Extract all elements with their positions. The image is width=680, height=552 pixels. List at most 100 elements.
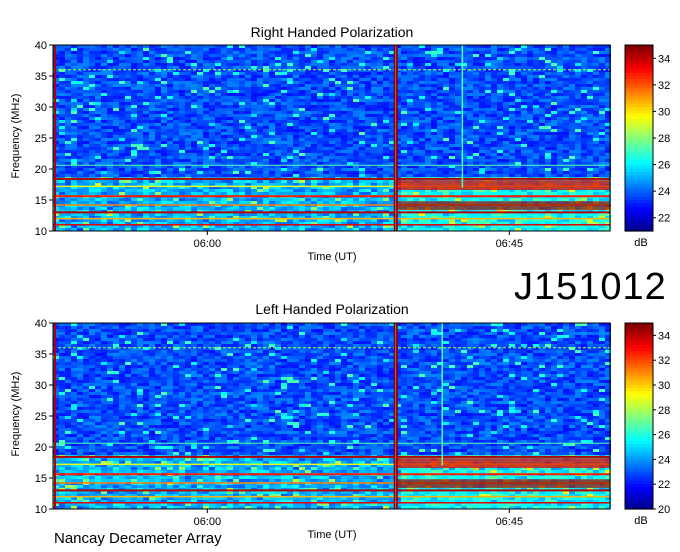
- noise-cell: [497, 93, 503, 96]
- noise-cell: [197, 180, 203, 183]
- noise-cell: [95, 189, 101, 192]
- noise-cell: [557, 138, 563, 141]
- noise-cell: [581, 87, 587, 90]
- noise-cell: [239, 96, 245, 99]
- noise-cell: [197, 114, 203, 117]
- noise-cell: [299, 183, 305, 186]
- noise-cell: [353, 63, 359, 66]
- noise-cell: [125, 159, 131, 162]
- noise-cell: [233, 81, 239, 84]
- noise-cell: [497, 192, 503, 195]
- noise-cell: [353, 99, 359, 102]
- noise-cell: [383, 96, 389, 99]
- noise-cell: [239, 144, 245, 147]
- noise-cell: [341, 111, 347, 114]
- noise-cell: [365, 75, 371, 78]
- noise-cell: [503, 159, 509, 162]
- noise-cell: [323, 126, 329, 129]
- noise-cell: [485, 114, 491, 117]
- noise-cell: [293, 126, 299, 129]
- noise-cell: [575, 171, 581, 174]
- noise-cell: [245, 135, 251, 138]
- noise-cell: [155, 174, 161, 177]
- noise-cell: [509, 144, 515, 147]
- noise-cell: [239, 60, 245, 63]
- noise-cell: [479, 108, 485, 111]
- noise-cell: [179, 198, 185, 201]
- noise-cell: [137, 132, 143, 135]
- noise-cell: [545, 72, 551, 75]
- noise-cell: [227, 192, 233, 195]
- noise-cell: [497, 108, 503, 111]
- noise-cell: [365, 81, 371, 84]
- noise-cell: [347, 51, 353, 54]
- noise-cell: [299, 60, 305, 63]
- noise-cell: [563, 123, 569, 126]
- noise-cell: [137, 141, 143, 144]
- noise-cell: [407, 144, 413, 147]
- noise-cell: [263, 141, 269, 144]
- noise-cell: [599, 87, 605, 90]
- noise-cell: [341, 117, 347, 120]
- noise-cell: [491, 108, 497, 111]
- noise-cell: [131, 156, 137, 159]
- noise-cell: [191, 60, 197, 63]
- noise-cell: [407, 132, 413, 135]
- noise-cell: [419, 93, 425, 96]
- noise-cell: [251, 72, 257, 75]
- noise-cell: [545, 81, 551, 84]
- noise-cell: [59, 54, 65, 57]
- noise-cell: [209, 105, 215, 108]
- noise-cell: [407, 120, 413, 123]
- noise-cell: [65, 150, 71, 153]
- noise-cell: [167, 54, 173, 57]
- noise-cell: [89, 138, 95, 141]
- noise-cell: [353, 84, 359, 87]
- noise-cell: [491, 153, 497, 156]
- noise-cell: [521, 57, 527, 60]
- noise-cell: [77, 144, 83, 147]
- noise-cell: [467, 60, 473, 63]
- noise-cell: [197, 189, 203, 192]
- noise-cell: [263, 144, 269, 147]
- noise-cell: [479, 150, 485, 153]
- noise-cell: [485, 105, 491, 108]
- noise-cell: [479, 105, 485, 108]
- noise-cell: [503, 60, 509, 63]
- noise-cell: [185, 126, 191, 129]
- noise-cell: [509, 156, 515, 159]
- noise-cell: [275, 54, 281, 57]
- noise-cell: [221, 144, 227, 147]
- noise-cell: [179, 201, 185, 204]
- noise-cell: [443, 162, 449, 165]
- noise-cell: [95, 78, 101, 81]
- noise-cell: [467, 192, 473, 195]
- noise-cell: [77, 51, 83, 54]
- noise-cell: [263, 60, 269, 63]
- noise-cell: [365, 111, 371, 114]
- noise-cell: [569, 171, 575, 174]
- noise-cell: [119, 144, 125, 147]
- noise-cell: [347, 183, 353, 186]
- noise-cell: [257, 141, 263, 144]
- noise-cell: [341, 90, 347, 93]
- noise-cell: [329, 192, 335, 195]
- noise-cell: [443, 198, 449, 201]
- noise-cell: [287, 78, 293, 81]
- noise-cell: [599, 66, 605, 69]
- noise-cell: [197, 141, 203, 144]
- noise-cell: [569, 198, 575, 201]
- noise-cell: [383, 93, 389, 96]
- noise-cell: [497, 153, 503, 156]
- noise-cell: [533, 60, 539, 63]
- noise-cell: [167, 63, 173, 66]
- noise-cell: [221, 153, 227, 156]
- noise-cell: [569, 120, 575, 123]
- noise-cell: [305, 129, 311, 132]
- noise-cell: [485, 171, 491, 174]
- noise-cell: [95, 111, 101, 114]
- noise-cell: [197, 72, 203, 75]
- noise-cell: [569, 135, 575, 138]
- noise-cell: [251, 150, 257, 153]
- noise-cell: [485, 129, 491, 132]
